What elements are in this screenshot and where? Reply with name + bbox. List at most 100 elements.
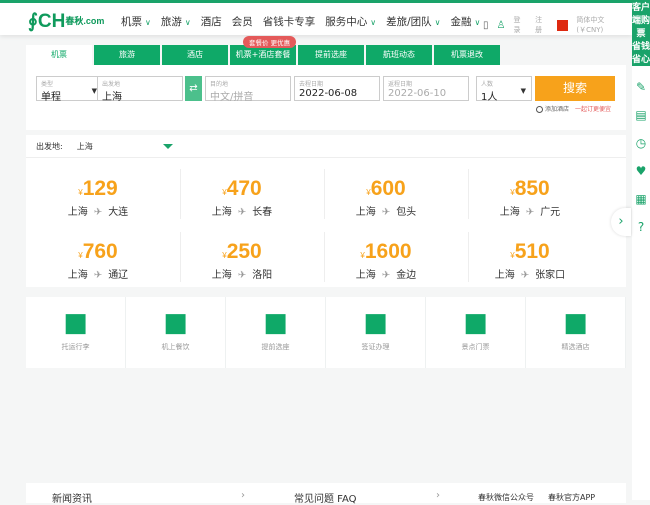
swap-icon: ⇄ [189, 83, 198, 94]
tab-item[interactable]: 酒店 [162, 45, 228, 65]
tab-item[interactable]: 提前选座 [298, 45, 364, 65]
caret-down-icon: ▼ [520, 87, 526, 95]
nav-item[interactable]: 旅游 ∨ [161, 14, 191, 29]
field-value: 单程 [41, 92, 61, 103]
radio-icon[interactable] [536, 106, 543, 113]
nav-item[interactable]: 酒店 [201, 14, 222, 29]
china-flag-icon[interactable] [556, 19, 569, 31]
destination-city: 包头 [396, 207, 417, 218]
login-link[interactable]: 登录 [513, 15, 527, 35]
footer-panel: 新闻资讯 › 常见问题 FAQ › 春秋微信公众号 春秋官方APP [26, 483, 626, 505]
service-utensils[interactable]: ■ 机上餐饮 [126, 297, 226, 368]
deal-card[interactable]: ¥1600 上海 ✈ 金边 [314, 228, 458, 288]
news-heading[interactable]: 新闻资讯 [52, 490, 92, 505]
deal-card[interactable]: ¥250 上海 ✈ 洛阳 [170, 228, 314, 288]
nav-item[interactable]: 机票 ∨ [121, 14, 151, 29]
app-promo[interactable]: 客户端购票 省钱省心 [632, 0, 650, 66]
price-value: 1600 [364, 240, 412, 263]
deal-price: ¥129 [26, 177, 170, 201]
deal-price: ¥510 [458, 240, 602, 264]
field-label: 出发地 [102, 81, 121, 88]
nav-item-label: 差旅/团队 [386, 16, 432, 28]
to-input[interactable]: 目的地 中文/拼音 [205, 76, 291, 103]
tab-item[interactable]: 机票+酒店套餐 [230, 45, 296, 65]
nav-item[interactable]: 差旅/团队 ∨ [386, 14, 440, 29]
nav-item[interactable]: 金融 ∨ [450, 14, 480, 29]
service-label: 景点门票 [461, 343, 490, 351]
search-button[interactable]: 搜索 [535, 76, 615, 101]
deal-card[interactable]: ¥850 上海 ✈ 广元 [458, 165, 602, 225]
logo[interactable]: ∮CH春秋.com [28, 10, 104, 33]
chevron-down-icon: ∨ [434, 18, 441, 27]
chat-icon[interactable]: ▤ [632, 108, 650, 122]
passenger-select[interactable]: 人数 1人 ▼ [476, 76, 532, 103]
service-label: 签证办理 [361, 343, 390, 351]
destination-city: 洛阳 [252, 270, 273, 281]
divider [468, 169, 469, 219]
deal-card[interactable]: ¥510 上海 ✈ 张家口 [458, 228, 602, 288]
nav-item[interactable]: 服务中心 ∨ [325, 14, 376, 29]
origin-city: 上海 [355, 270, 376, 281]
field-label: 返程日期 [388, 81, 413, 88]
service-ticket[interactable]: ■ 景点门票 [426, 297, 526, 368]
deal-card[interactable]: ¥600 上海 ✈ 包头 [314, 165, 458, 225]
heart-icon[interactable]: ♥ [632, 164, 650, 178]
trip-type-select[interactable]: 类型 单程 ▼ [36, 76, 103, 103]
chevron-right-icon[interactable]: › [436, 490, 440, 501]
destination-city: 金边 [396, 270, 417, 281]
user-icon[interactable]: ♙ [497, 20, 506, 31]
divider [180, 232, 181, 282]
field-label: 目的地 [210, 81, 229, 88]
departure-filter[interactable]: 出发地: 上海 [36, 141, 173, 152]
next-arrow-button[interactable]: › [611, 208, 631, 236]
service-hotel[interactable]: ■ 精选酒店 [526, 297, 626, 368]
pen-icon[interactable]: ✎ [632, 80, 650, 94]
origin-city: 上海 [67, 207, 88, 218]
field-value: 2022-06-10 [388, 88, 447, 99]
nav-item-label: 旅游 [160, 16, 182, 28]
destination-city: 长春 [252, 207, 273, 218]
tab-item[interactable]: 旅游 [94, 45, 160, 65]
chevron-right-icon[interactable]: › [241, 490, 245, 501]
deal-card[interactable]: ¥129 上海 ✈ 大连 [26, 165, 170, 225]
header: ∮CH春秋.com 机票 ∨ 旅游 ∨ 酒店 会员 省钱卡专享 服务中心 ∨ 差旅/团队 ∨ 金融 ∨ … [0, 0, 632, 35]
services-bar: ■ 托运行李 ■ 机上餐饮 ■ 提前选座 ■ 签证办理 ■ 景点门票 ■ 精选酒店 [26, 297, 626, 368]
luggage-icon: ■ [63, 308, 88, 338]
clock-icon[interactable]: ◷ [632, 136, 650, 150]
deal-price: ¥250 [170, 240, 314, 264]
nav-item-label: 服务中心 [325, 16, 368, 28]
service-label: 托运行李 [61, 343, 90, 351]
nav-item[interactable]: 省钱卡专享 [263, 14, 316, 29]
faq-heading[interactable]: 常见问题 FAQ [294, 490, 357, 505]
departure-value: 上海 [76, 142, 93, 151]
origin-city: 上海 [355, 207, 376, 218]
deal-price: ¥760 [26, 240, 170, 264]
depart-date-input[interactable]: 去程日期 2022-06-08 [294, 76, 380, 101]
divider [324, 169, 325, 219]
add-hotel-option[interactable]: 添加酒店 一起订更便宜 [536, 104, 611, 113]
deal-card[interactable]: ¥470 上海 ✈ 长春 [170, 165, 314, 225]
return-date-input[interactable]: 返程日期 2022-06-10 [383, 76, 469, 101]
help-icon[interactable]: ? [632, 220, 650, 234]
swap-button[interactable]: ⇄ [185, 76, 202, 101]
deal-price: ¥470 [170, 177, 314, 201]
service-passport[interactable]: ■ 签证办理 [326, 297, 426, 368]
mobile-icon[interactable]: ▯ [483, 20, 489, 31]
tab-item[interactable]: 机票 [26, 45, 92, 65]
register-link[interactable]: 注册 [535, 15, 549, 35]
qrcode-icon[interactable]: ▦ [632, 192, 650, 206]
deal-route: 上海 ✈ 大连 [26, 203, 170, 218]
tab-item[interactable]: 机票退改 [434, 45, 500, 65]
hotel-icon: ■ [563, 308, 588, 338]
language-selector[interactable]: 简体中文 (￥CNY) [576, 15, 632, 35]
right-sidebar: 客户端购票 省钱省心 ✎ ▤ ◷ ♥ ▦ ? [632, 0, 650, 500]
from-input[interactable]: 出发地 上海 [97, 76, 183, 103]
plane-icon: ✈ [525, 207, 535, 218]
nav-item[interactable]: 会员 [232, 14, 253, 29]
origin-city: 上海 [211, 207, 232, 218]
deal-card[interactable]: ¥760 上海 ✈ 通辽 [26, 228, 170, 288]
service-seat[interactable]: ■ 提前选座 [226, 297, 326, 368]
service-luggage[interactable]: ■ 托运行李 [26, 297, 126, 368]
tab-item[interactable]: 航班动态 [366, 45, 432, 65]
search-panel: 类型 单程 ▼ 出发地 上海 ⇄ 目的地 中文/拼音 去程日期 2022-06-08 返程… [26, 65, 626, 130]
